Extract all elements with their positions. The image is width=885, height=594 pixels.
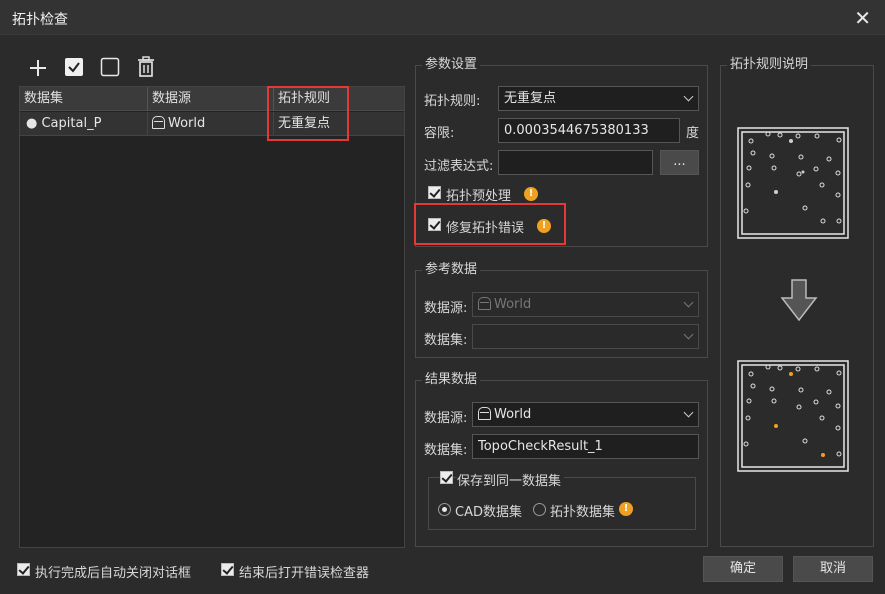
preprocess-warning-icon[interactable]: ! [524, 187, 538, 201]
header-datasource[interactable]: 数据源 [148, 87, 274, 111]
rule-column-highlight [267, 86, 349, 141]
result-dataset-input[interactable]: TopoCheckResult_1 [472, 434, 699, 459]
save-same-label: 保存到同一数据集 [457, 470, 565, 489]
cad-radio[interactable] [438, 503, 451, 516]
rule-label: 拓扑规则: [424, 94, 481, 109]
chevron-down-icon [683, 329, 694, 340]
ref-datasource-select[interactable]: World [472, 292, 699, 317]
rule-desc-legend: 拓扑规则说明 [727, 57, 812, 73]
cad-label: CAD数据集 [455, 505, 522, 520]
save-same-checkbox[interactable] [440, 471, 453, 484]
reference-legend: 参考数据 [422, 262, 481, 278]
ref-dataset-select[interactable] [472, 324, 699, 349]
chevron-down-icon [683, 407, 694, 418]
datasource-icon [478, 407, 491, 420]
open-checker-label: 结束后打开错误检查器 [239, 566, 370, 581]
tolerance-unit: 度 [686, 126, 700, 141]
result-datasource-value: World [494, 407, 532, 422]
preprocess-label: 拓扑预处理 [446, 189, 512, 204]
result-datasource-label: 数据源: [424, 411, 468, 426]
result-datasource-select[interactable]: World [472, 402, 699, 427]
topo-warning-icon[interactable]: ! [619, 502, 633, 516]
result-legend: 结果数据 [422, 372, 481, 388]
tolerance-input[interactable]: 0.0003544675380133 [498, 118, 680, 143]
chevron-down-icon [683, 297, 694, 308]
preprocess-checkbox[interactable] [428, 186, 441, 199]
filter-label: 过滤表达式: [424, 159, 494, 174]
cancel-button[interactable]: 取消 [793, 556, 873, 582]
ref-datasource-label: 数据源: [424, 301, 468, 316]
ok-button[interactable]: 确定 [703, 556, 783, 582]
filter-input[interactable] [498, 150, 653, 175]
cell-dataset[interactable]: ● Capital_P [20, 112, 148, 136]
tolerance-label: 容限: [424, 126, 455, 141]
auto-close-label: 执行完成后自动关闭对话框 [35, 566, 192, 581]
filter-expression-button[interactable]: ... [660, 150, 699, 175]
repair-highlight [414, 203, 566, 245]
cell-datasource[interactable]: World [148, 112, 274, 136]
header-dataset[interactable]: 数据集 [20, 87, 148, 111]
open-checker-checkbox[interactable] [221, 563, 234, 576]
rule-after-illustration [737, 360, 849, 472]
dataset-grid[interactable]: 数据集 数据源 拓扑规则 ● Capital_P World 无重复点 [19, 86, 405, 548]
topo-radio[interactable] [533, 503, 546, 516]
close-icon[interactable]: ✕ [854, 6, 871, 30]
ref-datasource-value: World [494, 297, 532, 312]
rule-before-illustration [737, 127, 849, 239]
select-all-icon[interactable] [64, 57, 84, 77]
datasource-name: World [168, 116, 206, 131]
dataset-name: Capital_P [41, 116, 102, 131]
params-legend: 参数设置 [422, 57, 481, 73]
topo-label: 拓扑数据集 [550, 505, 616, 520]
datasource-icon [152, 116, 165, 129]
title-bar [0, 0, 885, 35]
rule-select-value: 无重复点 [504, 91, 557, 106]
deselect-all-icon[interactable] [100, 57, 120, 77]
window-title: 拓扑检查 [12, 12, 68, 28]
datasource-icon [478, 297, 491, 310]
result-dataset-label: 数据集: [424, 443, 468, 458]
ref-dataset-label: 数据集: [424, 333, 468, 348]
point-dataset-icon: ● [26, 116, 38, 131]
chevron-down-icon [683, 91, 694, 102]
add-icon[interactable] [28, 58, 48, 78]
rule-select[interactable]: 无重复点 [498, 86, 699, 111]
auto-close-checkbox[interactable] [17, 563, 30, 576]
arrow-down-icon [780, 279, 818, 322]
delete-icon[interactable] [136, 56, 156, 78]
